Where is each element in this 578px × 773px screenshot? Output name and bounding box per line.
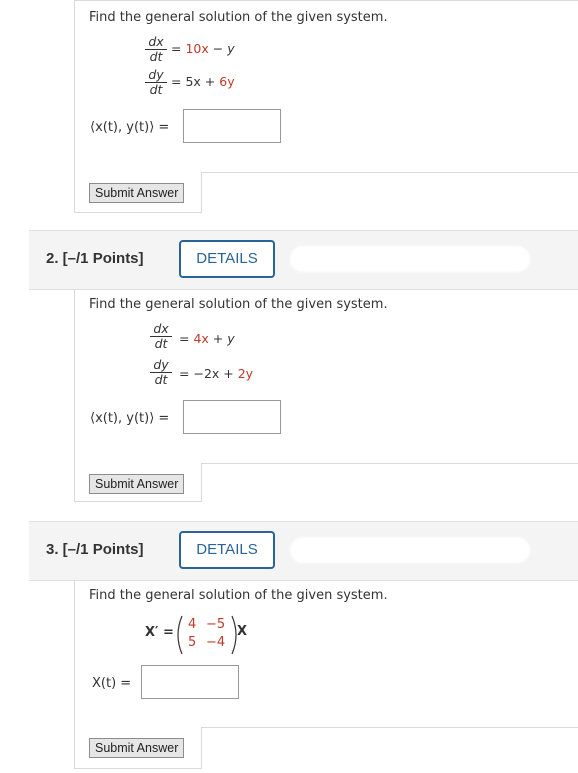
q2-redacted [290, 246, 530, 272]
q1-answer-label: ⟨x(t), y(t)⟩ = [90, 120, 170, 135]
q3-rhs-var: X [237, 624, 248, 639]
q2-eq1: = 4x + y [179, 331, 235, 346]
q2-submit-button[interactable]: Submit Answer [89, 474, 185, 494]
q1-prompt: Find the general solution of the given s… [89, 10, 388, 25]
q3-title: 3. [–/1 Points] [46, 541, 144, 558]
q2-title: 2. [–/1 Points] [46, 250, 144, 267]
q2-prompt: Find the general solution of the given s… [89, 297, 388, 312]
q3-details-button[interactable]: DETAILS [179, 531, 275, 569]
q3-redacted [290, 537, 530, 563]
q3-m12: −5 [206, 617, 226, 632]
q3-lhs: X′ = [145, 625, 174, 640]
q1-eq1: = 10x − y [171, 41, 235, 56]
q3-submit-button[interactable]: Submit Answer [89, 738, 185, 758]
q1-answer-input[interactable] [183, 109, 281, 143]
q2-dxdt: dx dt [150, 322, 172, 351]
q3-m11: 4 [188, 617, 197, 632]
q1-eq2: = 5x + 6y [171, 74, 235, 89]
q3-m21: 5 [188, 635, 197, 650]
q2-eq2: = −2x + 2y [179, 366, 254, 381]
q2-details-button[interactable]: DETAILS [179, 240, 275, 278]
q2-dydt: dy dt [150, 358, 172, 387]
q3-m22: −4 [206, 635, 226, 650]
q1-submit-button[interactable]: Submit Answer [89, 183, 185, 203]
q3-answer-label: X(t) = [92, 676, 132, 691]
q3-answer-input[interactable] [141, 665, 239, 699]
q2-answer-input[interactable] [183, 400, 281, 434]
q2-answer-label: ⟨x(t), y(t)⟩ = [90, 411, 170, 426]
q3-prompt: Find the general solution of the given s… [89, 588, 388, 603]
q1-dxdt: dx dt [145, 35, 167, 64]
q1-dydt: dy dt [145, 68, 167, 97]
